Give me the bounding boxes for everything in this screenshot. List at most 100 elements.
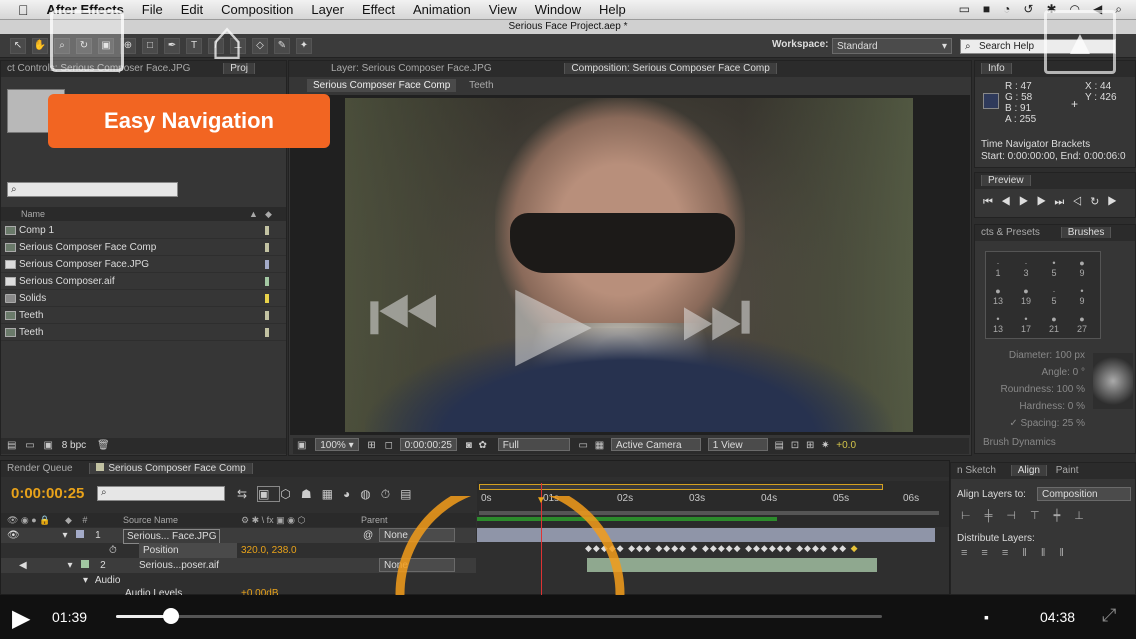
- play-icon[interactable]: ▶: [1019, 196, 1037, 208]
- align-top-icon[interactable]: ⊤: [1030, 510, 1054, 522]
- breadcrumb-comp[interactable]: Serious Composer Face Comp: [307, 79, 457, 92]
- speaker-icon[interactable]: ◀: [19, 560, 27, 571]
- seek-track[interactable]: [116, 615, 882, 618]
- play-button[interactable]: ▶: [12, 604, 30, 633]
- tab-paint[interactable]: Paint: [1056, 465, 1079, 476]
- list-item[interactable]: Comp 1: [1, 222, 286, 239]
- spacing-setting[interactable]: ✓ Spacing: 25 %: [979, 415, 1085, 432]
- transparency-grid-icon[interactable]: ▦: [595, 440, 604, 451]
- pen-tool-icon[interactable]: ✒: [164, 37, 180, 54]
- clock-icon[interactable]: ◔: [1003, 2, 1010, 17]
- region-of-interest-icon[interactable]: ▭: [579, 440, 588, 451]
- exposure-icon[interactable]: ✷: [821, 440, 829, 451]
- timeline-search-input[interactable]: ⌕: [97, 486, 225, 501]
- tab-motion-sketch[interactable]: n Sketch: [957, 465, 996, 476]
- project-search-input[interactable]: ⌕: [7, 182, 178, 197]
- fast-previews-icon[interactable]: ▤: [775, 440, 784, 451]
- bpc-toggle[interactable]: 8 bpc: [62, 440, 86, 451]
- project-column-header[interactable]: Name ▲ ◆: [1, 207, 286, 221]
- new-folder-icon[interactable]: ▭: [25, 440, 34, 451]
- brush-tip[interactable]: • 5: [1044, 258, 1064, 280]
- tab-timeline-comp[interactable]: Serious Composer Face Comp: [89, 463, 253, 474]
- position-property[interactable]: Position: [139, 543, 237, 558]
- align-hcenter-icon[interactable]: ╪: [985, 510, 1007, 522]
- layer-name[interactable]: Serious... Face.JPG: [123, 529, 221, 544]
- loop-icon[interactable]: ↻: [1090, 196, 1107, 208]
- flowchart-icon[interactable]: ⊞: [806, 440, 814, 451]
- position-value[interactable]: 320.0, 238.0: [241, 543, 297, 558]
- menu-layer[interactable]: Layer: [311, 2, 344, 17]
- list-item[interactable]: Solids: [1, 290, 286, 307]
- brush-tip[interactable]: ● 19: [1016, 286, 1036, 308]
- live-update-icon[interactable]: ▣: [257, 486, 281, 502]
- snapshot-icon[interactable]: ◙: [466, 440, 472, 451]
- view-layout-select[interactable]: 1 View: [707, 438, 768, 451]
- distribute-hcenter-icon[interactable]: ‖: [1041, 547, 1060, 559]
- trash-icon[interactable]: 🗑: [97, 440, 110, 451]
- color-channel-icon[interactable]: ✿: [479, 440, 487, 451]
- list-item[interactable]: Teeth: [1, 324, 286, 341]
- spotlight-icon[interactable]: ⌕: [1115, 2, 1122, 17]
- home-icon[interactable]: ⌂: [194, 10, 260, 74]
- grid-icon[interactable]: ⊞: [367, 440, 375, 451]
- align-to-select[interactable]: Composition: [1037, 487, 1131, 501]
- expand-icon[interactable]: ▾: [62, 530, 67, 541]
- list-item[interactable]: Serious Composer Face Comp: [1, 239, 286, 256]
- menu-file[interactable]: File: [142, 2, 163, 17]
- tab-info[interactable]: Info: [981, 63, 1012, 74]
- brush-tip[interactable]: ● 13: [988, 286, 1008, 308]
- selection-tool-icon[interactable]: ↖: [10, 37, 26, 54]
- volume-icon[interactable]: ▪: [984, 609, 989, 625]
- timeline-icon[interactable]: ⊡: [791, 440, 799, 451]
- tab-render-queue[interactable]: Render Queue: [7, 463, 73, 474]
- distribute-left-icon[interactable]: ‖: [1022, 547, 1041, 559]
- brush-tip[interactable]: • 13: [988, 314, 1008, 336]
- mask-icon[interactable]: ◻: [385, 440, 393, 451]
- rewind-overlay-icon[interactable]: ⏮: [368, 276, 440, 356]
- exposure-value[interactable]: +0.0: [836, 440, 856, 451]
- brush-tip[interactable]: ● 27: [1072, 314, 1092, 336]
- airplay-icon[interactable]: ▲: [1044, 10, 1116, 74]
- new-comp-icon[interactable]: ▣: [43, 440, 52, 451]
- align-vcenter-icon[interactable]: ┿: [1054, 510, 1075, 522]
- eye-icon[interactable]: 👁: [7, 530, 20, 541]
- first-frame-icon[interactable]: ⏮: [983, 196, 1001, 208]
- timeline-current-time[interactable]: 0:00:00:25: [11, 485, 84, 502]
- pickwhip-icon[interactable]: @: [363, 528, 373, 543]
- workspace-select[interactable]: Standard ▾: [832, 38, 952, 54]
- menu-window[interactable]: Window: [535, 2, 581, 17]
- resolution-select[interactable]: Full: [497, 438, 570, 451]
- list-item[interactable]: Serious Composer Face.JPG: [1, 256, 286, 273]
- hand-tool-icon[interactable]: ✋: [32, 37, 48, 54]
- expand-icon[interactable]: ▾: [67, 560, 72, 571]
- audio-icon[interactable]: ◁: [1072, 196, 1090, 208]
- time-machine-icon[interactable]: ↺: [1023, 2, 1033, 17]
- roto-brush-tool-icon[interactable]: ✎: [274, 37, 290, 54]
- brush-tip[interactable]: · 5: [1044, 286, 1064, 308]
- zoom-select[interactable]: 100% ▾: [315, 438, 359, 451]
- interpret-footage-icon[interactable]: ▤: [7, 440, 16, 451]
- fast-forward-overlay-icon[interactable]: ⏭: [680, 276, 752, 356]
- label-icon[interactable]: ◆: [65, 515, 72, 525]
- brush-tips-grid[interactable]: · 1 · 3 • 5 ● 9 ● 13 ● 19 · 5 • 9 • 13 • 17 ● 21 ● 2…: [985, 251, 1101, 339]
- distribute-vcenter-icon[interactable]: ≡: [981, 547, 1001, 559]
- list-item[interactable]: Teeth: [1, 307, 286, 324]
- layer-name[interactable]: Serious...poser.aif: [139, 558, 219, 573]
- draft-3d-icon[interactable]: ⬡: [280, 487, 300, 501]
- brainstorm-icon[interactable]: ◍: [360, 487, 380, 501]
- motion-blur-icon[interactable]: ◕: [343, 487, 360, 501]
- ram-preview-icon[interactable]: ▶: [1107, 196, 1125, 208]
- tab-preview[interactable]: Preview: [981, 175, 1031, 186]
- always-preview-icon[interactable]: ▣: [297, 440, 306, 451]
- play-overlay-icon[interactable]: ▶: [515, 270, 592, 370]
- tab-brushes[interactable]: Brushes: [1060, 227, 1112, 238]
- last-frame-icon[interactable]: ⏭: [1054, 196, 1072, 208]
- seek-thumb[interactable]: [163, 608, 180, 624]
- puppet-tool-icon[interactable]: ✦: [296, 37, 312, 54]
- distribute-right-icon[interactable]: ‖: [1059, 547, 1078, 559]
- menu-list-icon[interactable]: [50, 10, 124, 72]
- hardness-setting[interactable]: Hardness: 0 %: [979, 398, 1085, 415]
- menu-effect[interactable]: Effect: [362, 2, 395, 17]
- camera-icon[interactable]: ■: [983, 2, 990, 17]
- av-features-icon[interactable]: 👁 ◉ ● 🔒: [7, 515, 50, 525]
